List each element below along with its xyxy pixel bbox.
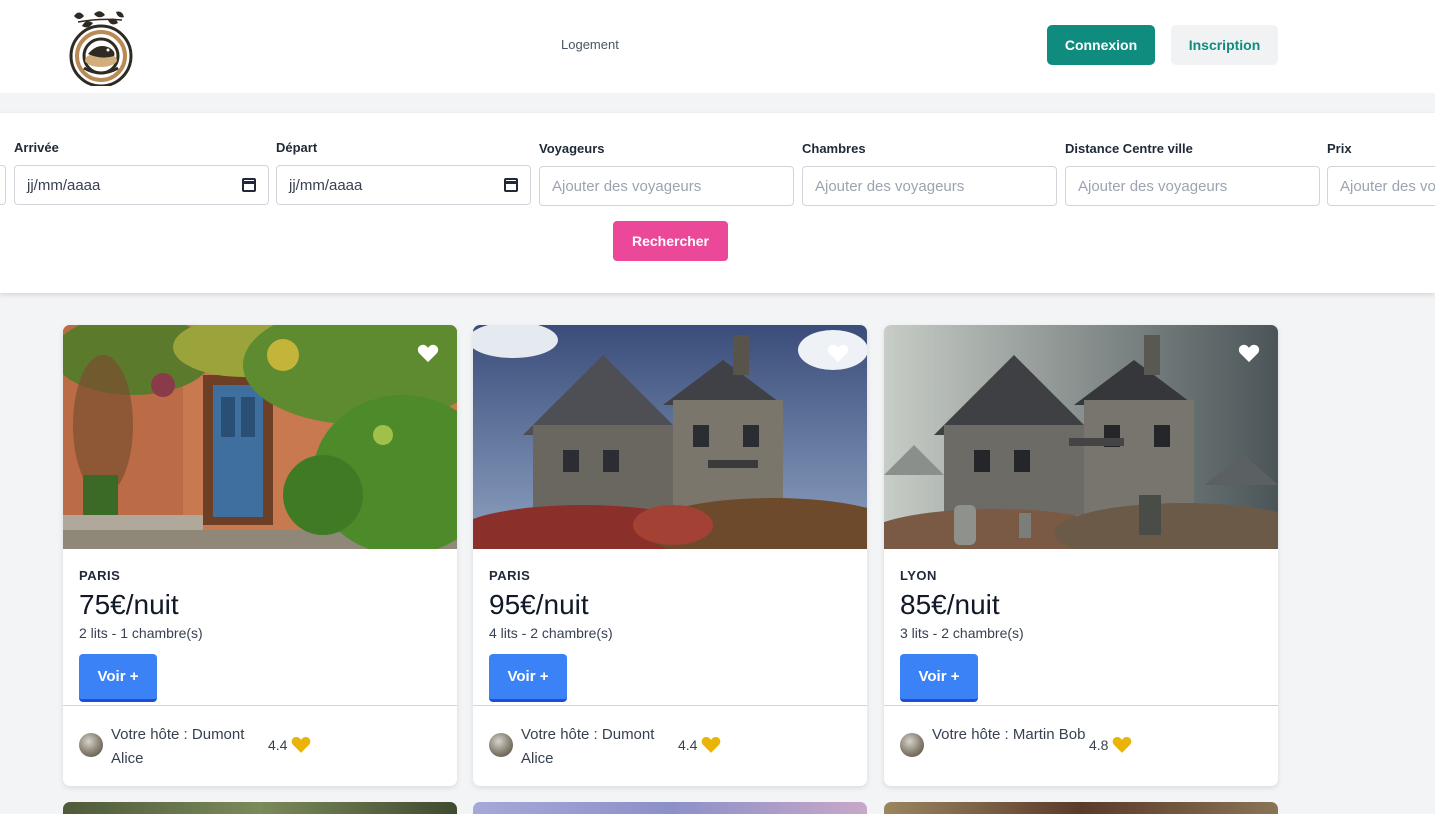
divider — [473, 705, 867, 706]
brand-logo[interactable] — [64, 6, 138, 88]
distance-placeholder: Ajouter des voyageurs — [1078, 177, 1228, 195]
listing-photo[interactable] — [63, 325, 457, 549]
host-avatar — [900, 733, 924, 757]
host-avatar — [489, 733, 513, 757]
listing-beds: 3 lits - 2 chambre(s) — [900, 625, 1024, 641]
rooms-field: Chambres Ajouter des voyageurs — [802, 141, 1057, 206]
listing-price: 95€/nuit — [489, 589, 589, 620]
top-navbar: Logement Connexion Inscription — [0, 0, 1435, 93]
arrival-date-input[interactable]: jj/mm/aaaa — [14, 165, 269, 205]
hidden-input[interactable] — [0, 165, 6, 205]
listing-beds: 4 lits - 2 chambre(s) — [489, 625, 613, 641]
listing-card-peek — [473, 802, 867, 814]
price-field: Prix Ajouter des vo — [1327, 141, 1435, 206]
listing-card-peek — [884, 802, 1278, 814]
departure-label: Départ — [276, 140, 318, 155]
arrival-date-value: jj/mm/aaaa — [27, 176, 101, 194]
login-button[interactable]: Connexion — [1047, 25, 1155, 65]
listing-price: 85€/nuit — [900, 589, 1000, 620]
rooms-label: Chambres — [802, 141, 866, 156]
rating-value: 4.4 — [678, 737, 698, 753]
departure-field: Départ jj/mm/aaaa — [276, 140, 531, 205]
listing-beds: 2 lits - 1 chambre(s) — [79, 625, 203, 641]
heart-outline-icon[interactable] — [827, 343, 849, 363]
arrival-label: Arrivée — [14, 140, 59, 155]
search-panel: Arrivée jj/mm/aaaa Départ jj/mm/aaaa Voy… — [0, 113, 1435, 293]
view-listing-button[interactable]: Voir + — [900, 654, 978, 702]
departure-date-value: jj/mm/aaaa — [289, 176, 363, 194]
listing-card: PARIS 95€/nuit 4 lits - 2 chambre(s) Voi… — [473, 325, 867, 786]
rating-value: 4.4 — [268, 737, 288, 753]
rooms-placeholder: Ajouter des voyageurs — [815, 177, 965, 195]
host-name: Votre hôte : Dumont Alice — [111, 726, 245, 767]
listing-card: LYON 85€/nuit 3 lits - 2 chambre(s) Voir… — [884, 325, 1278, 786]
heart-outline-icon[interactable] — [417, 343, 439, 363]
view-listing-button[interactable]: Voir + — [79, 654, 157, 702]
host-name: Votre hôte : Dumont Alice — [521, 726, 655, 767]
heart-icon — [701, 736, 721, 753]
view-listing-button[interactable]: Voir + — [489, 654, 567, 702]
listing-city: PARIS — [489, 568, 531, 583]
heart-outline-icon[interactable] — [1238, 343, 1260, 363]
travelers-input[interactable]: Ajouter des voyageurs — [539, 166, 794, 206]
price-label: Prix — [1327, 141, 1352, 156]
listing-photo[interactable] — [473, 325, 867, 549]
heart-icon — [1112, 736, 1132, 753]
listing-card: PARIS 75€/nuit 2 lits - 1 chambre(s) Voi… — [63, 325, 457, 786]
distance-label: Distance Centre ville — [1065, 141, 1193, 156]
price-input[interactable]: Ajouter des vo — [1327, 166, 1435, 206]
listing-card-peek — [63, 802, 457, 814]
search-button[interactable]: Rechercher — [613, 221, 728, 261]
distance-input[interactable]: Ajouter des voyageurs — [1065, 166, 1320, 206]
listing-price: 75€/nuit — [79, 589, 179, 620]
travelers-field: Voyageurs Ajouter des voyageurs — [539, 141, 794, 206]
calendar-icon[interactable] — [504, 178, 518, 192]
rating-value: 4.8 — [1089, 737, 1109, 753]
distance-field: Distance Centre ville Ajouter des voyage… — [1065, 141, 1320, 206]
arrival-field: Arrivée jj/mm/aaaa — [14, 140, 269, 205]
calendar-icon[interactable] — [242, 178, 256, 192]
travelers-placeholder: Ajouter des voyageurs — [552, 177, 702, 195]
host-name: Votre hôte : Martin Bob — [932, 726, 1086, 743]
divider — [884, 705, 1278, 706]
travelers-label: Voyageurs — [539, 141, 605, 156]
listing-city: LYON — [900, 568, 937, 583]
rooms-input[interactable]: Ajouter des voyageurs — [802, 166, 1057, 206]
heart-icon — [291, 736, 311, 753]
signup-button[interactable]: Inscription — [1171, 25, 1278, 65]
nav-link-logement[interactable]: Logement — [561, 37, 619, 52]
departure-date-input[interactable]: jj/mm/aaaa — [276, 165, 531, 205]
price-placeholder: Ajouter des vo — [1340, 177, 1435, 195]
host-avatar — [79, 733, 103, 757]
listing-photo[interactable] — [884, 325, 1278, 549]
divider — [63, 705, 457, 706]
listing-city: PARIS — [79, 568, 121, 583]
